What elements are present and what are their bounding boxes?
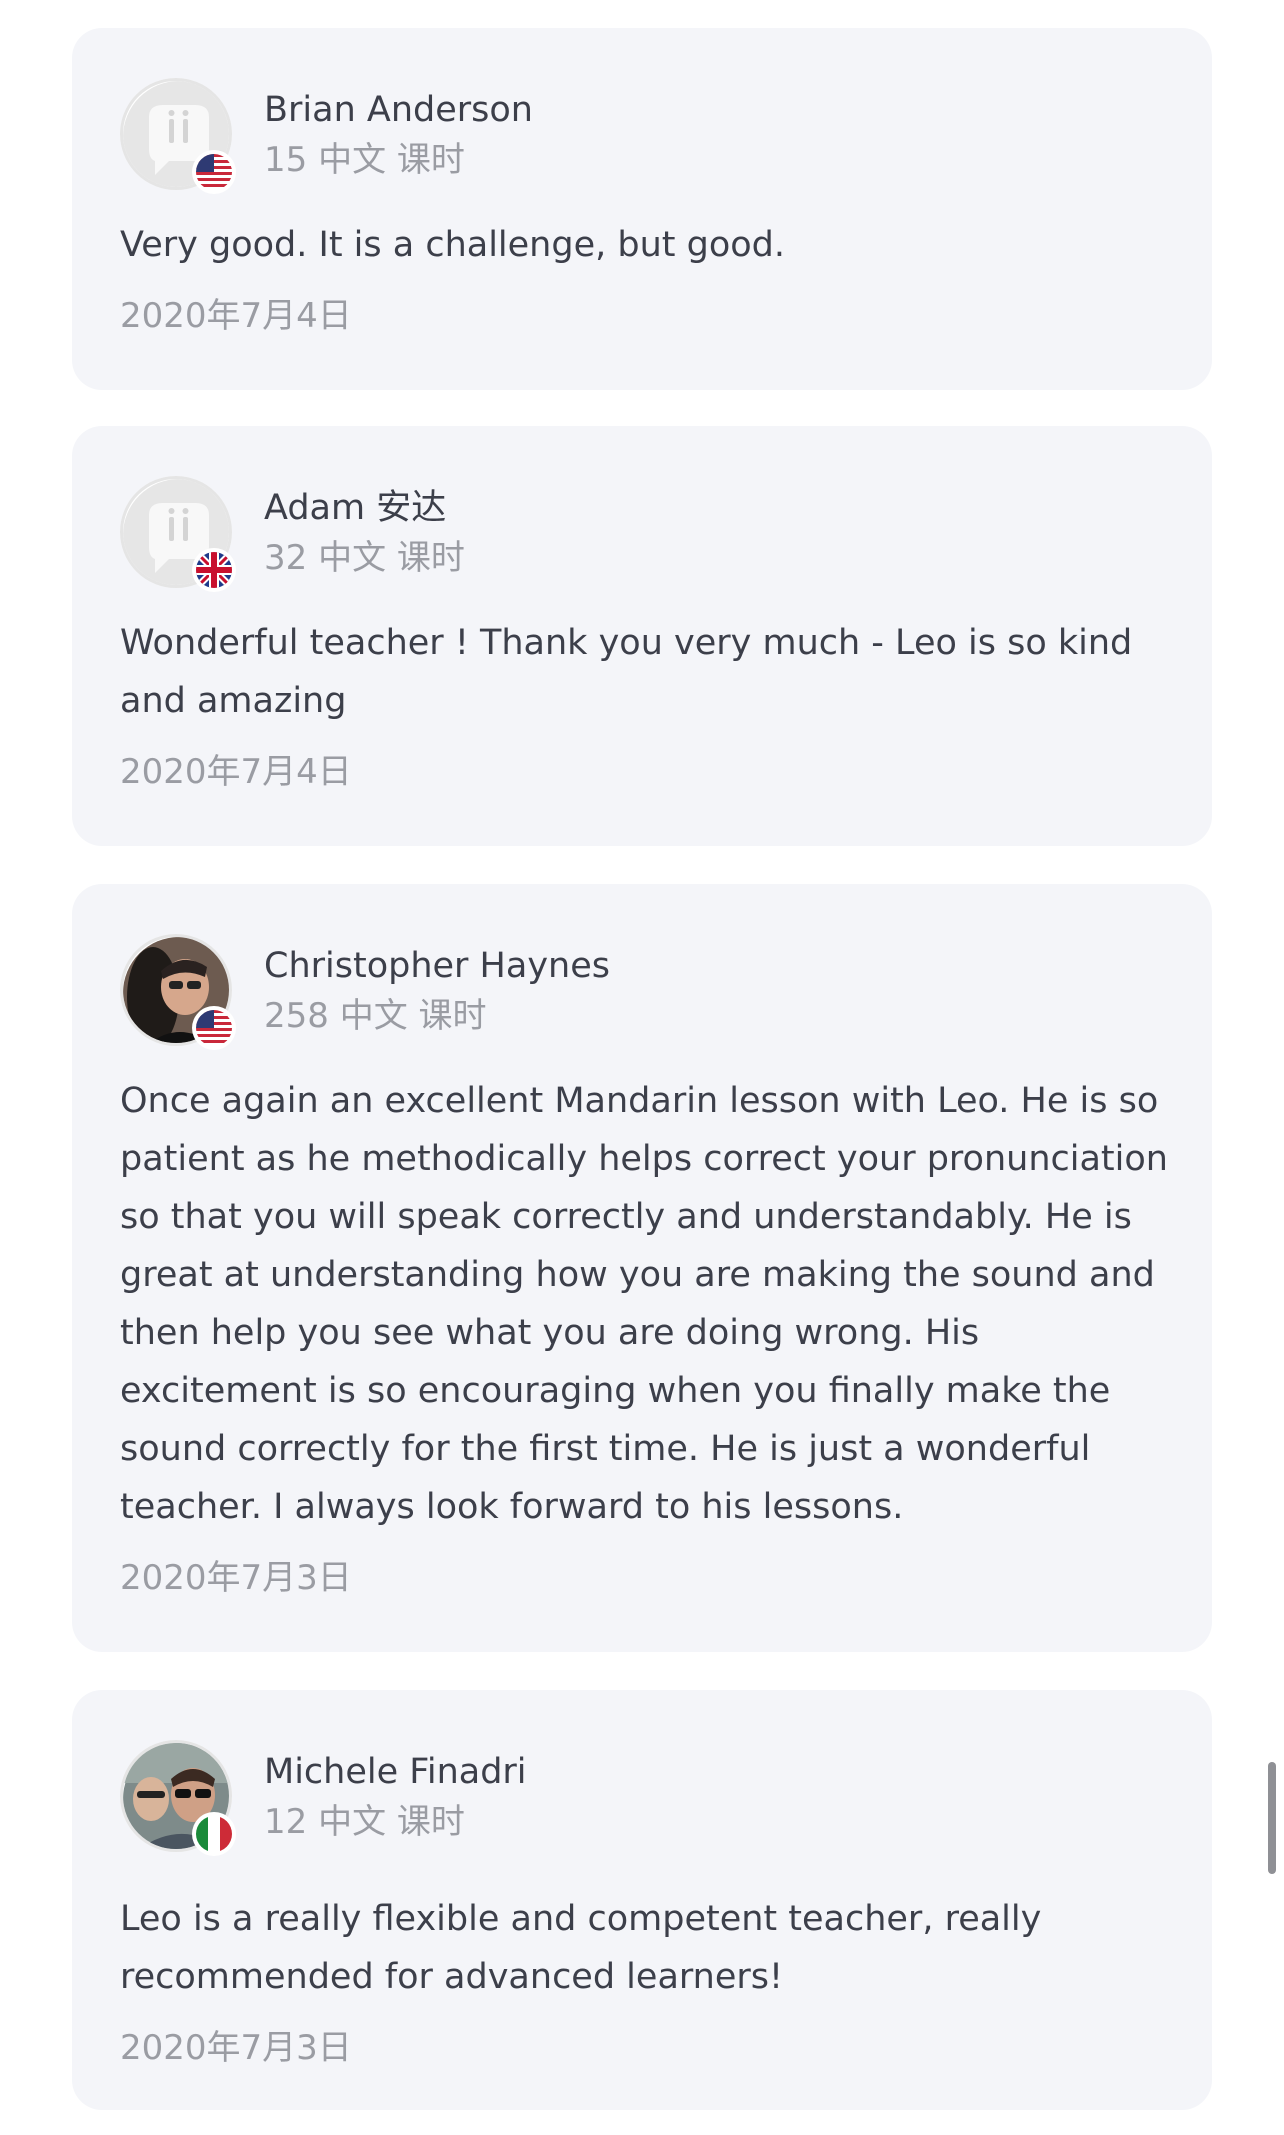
us-flag-icon [192, 1006, 236, 1050]
reviewer-avatar[interactable] [120, 1740, 236, 1856]
reviewer-name: Christopher Haynes [264, 946, 610, 986]
review-comment: Once again an excellent Mandarin lesson … [120, 1081, 1168, 1527]
review-date: 2020年7月4日 [120, 296, 352, 336]
lesson-count: 15 中文 课时 [264, 140, 465, 180]
reviewer-avatar[interactable] [120, 476, 236, 592]
review-card: Brian Anderson 15 中文 课时 Very good. It is… [72, 28, 1212, 390]
uk-flag-icon [192, 548, 236, 592]
review-card: Adam 安达 32 中文 课时 Wonderful teacher ! Tha… [72, 426, 1212, 846]
review-comment: Leo is a really flexible and competent t… [120, 1899, 1042, 1997]
review-date: 2020年7月3日 [120, 1558, 352, 1598]
lesson-count: 32 中文 课时 [264, 538, 465, 578]
scrollbar[interactable] [1268, 1762, 1276, 1874]
reviewer-avatar[interactable] [120, 934, 236, 1050]
us-flag-icon [192, 150, 236, 194]
italy-flag-icon [192, 1812, 236, 1856]
review-comment: Wonderful teacher ! Thank you very much … [120, 623, 1133, 721]
review-date: 2020年7月3日 [120, 2028, 352, 2068]
review-date: 2020年7月4日 [120, 752, 352, 792]
reviewer-name: Brian Anderson [264, 90, 533, 130]
lesson-count: 12 中文 课时 [264, 1802, 465, 1842]
review-card: Michele Finadri 12 中文 课时 Leo is a really… [72, 1690, 1212, 2110]
review-card: Christopher Haynes 258 中文 课时 Once again … [72, 884, 1212, 1652]
lesson-count: 258 中文 课时 [264, 996, 487, 1036]
reviewer-name: Michele Finadri [264, 1752, 527, 1792]
reviewer-name: Adam 安达 [264, 488, 447, 528]
reviewer-avatar[interactable] [120, 78, 236, 194]
review-comment: Very good. It is a challenge, but good. [120, 225, 785, 265]
